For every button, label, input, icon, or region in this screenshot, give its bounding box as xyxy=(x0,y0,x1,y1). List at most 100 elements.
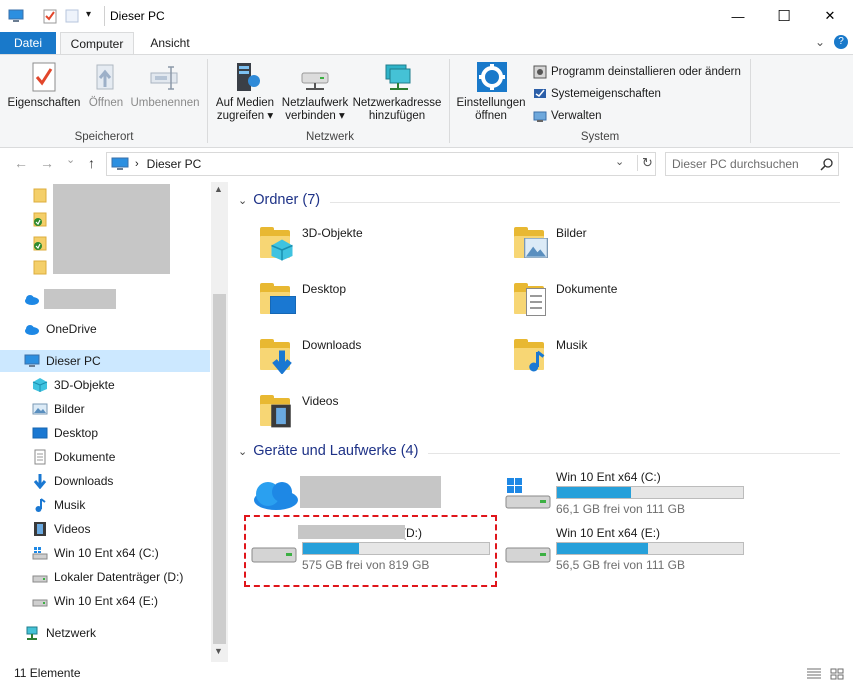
section-title: Ordner (7) xyxy=(253,192,321,208)
add-network-location-button[interactable]: Netzwerkadresse hinzufügen xyxy=(352,59,442,123)
title-bar: ▾ Dieser PC — ☐ ✕ xyxy=(0,0,853,32)
breadcrumb[interactable]: Dieser PC xyxy=(147,157,202,171)
folder-label: Downloads xyxy=(302,338,362,352)
properties-check-icon[interactable] xyxy=(42,8,58,24)
sidebar-item-label: Win 10 Ent x64 (E:) xyxy=(54,594,159,608)
download-arrow-icon xyxy=(33,474,47,489)
open-button[interactable]: Öffnen xyxy=(84,59,128,110)
redacted-area xyxy=(53,184,170,274)
nav-scrollbar[interactable]: ▲ ▼ xyxy=(211,182,228,662)
new-folder-icon[interactable] xyxy=(64,8,80,24)
highlight-box xyxy=(244,515,497,587)
system-properties-button[interactable]: Systemeigenschaften xyxy=(533,85,661,103)
folder-downloads-icon xyxy=(256,334,296,374)
map-network-drive-button[interactable]: Netzlaufwerk verbinden ▾ xyxy=(278,59,352,123)
open-settings-button[interactable]: Einstellungen öffnen xyxy=(454,59,528,123)
drive-icon xyxy=(505,547,551,563)
manage-label: Verwalten xyxy=(551,110,602,122)
back-button[interactable]: ← xyxy=(14,155,28,171)
scroll-down-icon[interactable]: ▼ xyxy=(214,646,223,656)
sidebar-item-onedrive[interactable]: OneDrive xyxy=(0,318,210,340)
details-view-icon[interactable] xyxy=(806,668,822,680)
system-properties-label: Systemeigenschaften xyxy=(551,88,661,100)
music-note-icon xyxy=(35,498,46,512)
sidebar-item-label: OneDrive xyxy=(46,322,97,336)
settings-gear-icon xyxy=(474,61,508,93)
recent-locations-button[interactable]: ⌄ xyxy=(66,153,75,166)
forward-button[interactable]: → xyxy=(40,155,54,171)
sidebar-item-drive-c[interactable]: Win 10 Ent x64 (C:) xyxy=(0,542,210,564)
sidebar-item-label: Musik xyxy=(54,498,86,512)
manage-button[interactable]: Verwalten xyxy=(533,107,602,125)
sidebar-item-label: Win 10 Ent x64 (C:) xyxy=(54,546,159,560)
folder-pictures-icon xyxy=(510,222,550,262)
up-button[interactable]: ↑ xyxy=(88,155,95,171)
quick-access-item[interactable] xyxy=(32,208,52,230)
document-icon xyxy=(34,449,46,465)
folder-pictures[interactable]: Bilder xyxy=(510,222,587,270)
close-button[interactable]: ✕ xyxy=(807,0,853,32)
sidebar-item-3d-objects[interactable]: 3D-Objekte xyxy=(0,374,210,396)
tab-file[interactable]: Datei xyxy=(0,32,56,54)
folder-3d-objects[interactable]: 3D-Objekte xyxy=(256,222,363,270)
film-icon xyxy=(34,522,46,536)
quick-access-item[interactable] xyxy=(32,184,52,206)
drive-e[interactable]: Win 10 Ent x64 (E:) 56,5 GB frei von 111… xyxy=(504,526,744,576)
folder-downloads[interactable]: Downloads xyxy=(256,334,361,382)
drive-free-space: 56,5 GB frei von 111 GB xyxy=(556,558,685,572)
access-media-button[interactable]: Auf Medien zugreifen ▾ xyxy=(212,59,278,123)
folder-label: Bilder xyxy=(556,226,587,240)
sidebar-item-downloads[interactable]: Downloads xyxy=(0,470,210,492)
sidebar-item-desktop[interactable]: Desktop xyxy=(0,422,210,444)
maximize-button[interactable]: ☐ xyxy=(761,0,807,32)
sidebar-item-label: Netzwerk xyxy=(46,626,97,640)
redacted-area xyxy=(300,476,441,508)
sidebar-item-network[interactable]: Netzwerk xyxy=(0,622,210,644)
folder-videos[interactable]: Videos xyxy=(256,390,338,438)
minimize-button[interactable]: — xyxy=(715,0,761,32)
devices-section-header[interactable]: ⌄ Geräte und Laufwerke (4) xyxy=(238,443,418,459)
sidebar-item-drive-d[interactable]: Lokaler Datenträger (D:) xyxy=(0,566,210,588)
ribbon: Eigenschaften Öffnen Umbenennen Speicher… xyxy=(0,54,853,148)
sidebar-item-documents[interactable]: Dokumente xyxy=(0,446,210,468)
quick-access-item[interactable] xyxy=(32,232,52,254)
rename-label: Umbenennen xyxy=(130,97,200,109)
section-divider xyxy=(428,453,840,454)
qat-dropdown-icon[interactable]: ▾ xyxy=(86,9,102,25)
network-group-label: Netzwerk xyxy=(306,131,354,143)
properties-button[interactable]: Eigenschaften xyxy=(6,59,82,110)
ribbon-tabs: Datei Computer Ansicht ⌄ ? xyxy=(0,32,853,54)
help-icon[interactable]: ? xyxy=(834,35,848,49)
folder-desktop[interactable]: Desktop xyxy=(256,278,346,326)
folder-music[interactable]: Musik xyxy=(510,334,587,382)
large-icons-view-icon[interactable] xyxy=(830,668,844,680)
sidebar-item-videos[interactable]: Videos xyxy=(0,518,210,540)
folder-documents[interactable]: Dokumente xyxy=(510,278,617,326)
address-dropdown-icon[interactable]: ⌄ xyxy=(615,155,624,168)
scroll-up-icon[interactable]: ▲ xyxy=(214,184,223,194)
sidebar-item-this-pc[interactable]: Dieser PC xyxy=(0,350,210,372)
ribbon-collapse-icon[interactable]: ⌄ xyxy=(815,35,825,49)
sidebar-item-pictures[interactable]: Bilder xyxy=(0,398,210,420)
quick-access-item[interactable] xyxy=(32,256,52,278)
uninstall-program-button[interactable]: Programm deinstallieren oder ändern xyxy=(533,63,741,81)
sidebar-item-label: Bilder xyxy=(54,402,85,416)
scrollbar-thumb[interactable] xyxy=(213,294,226,644)
tab-view[interactable]: Ansicht xyxy=(142,32,198,54)
folder-label: Dokumente xyxy=(556,282,618,296)
refresh-button[interactable]: ↻ xyxy=(637,155,653,171)
cube-icon xyxy=(32,378,48,392)
sidebar-item-music[interactable]: Musik xyxy=(0,494,210,516)
rename-button[interactable]: Umbenennen xyxy=(128,59,202,110)
sidebar-item-drive-e[interactable]: Win 10 Ent x64 (E:) xyxy=(0,590,210,612)
tab-computer[interactable]: Computer xyxy=(60,32,134,54)
network-icon xyxy=(26,626,38,640)
folders-section-header[interactable]: ⌄ Ordner (7) xyxy=(238,192,320,208)
location-group-label: Speicherort xyxy=(74,131,134,143)
uninstall-icon xyxy=(533,65,547,79)
address-bar[interactable]: › Dieser PC ⌄ ↻ xyxy=(106,152,656,176)
drive-c[interactable]: Win 10 Ent x64 (C:) 66,1 GB frei von 111… xyxy=(504,470,744,520)
search-input[interactable]: Dieser PC durchsuchen xyxy=(665,152,839,176)
drive-usage-bar xyxy=(556,542,744,555)
section-title: Geräte und Laufwerke (4) xyxy=(253,443,419,459)
